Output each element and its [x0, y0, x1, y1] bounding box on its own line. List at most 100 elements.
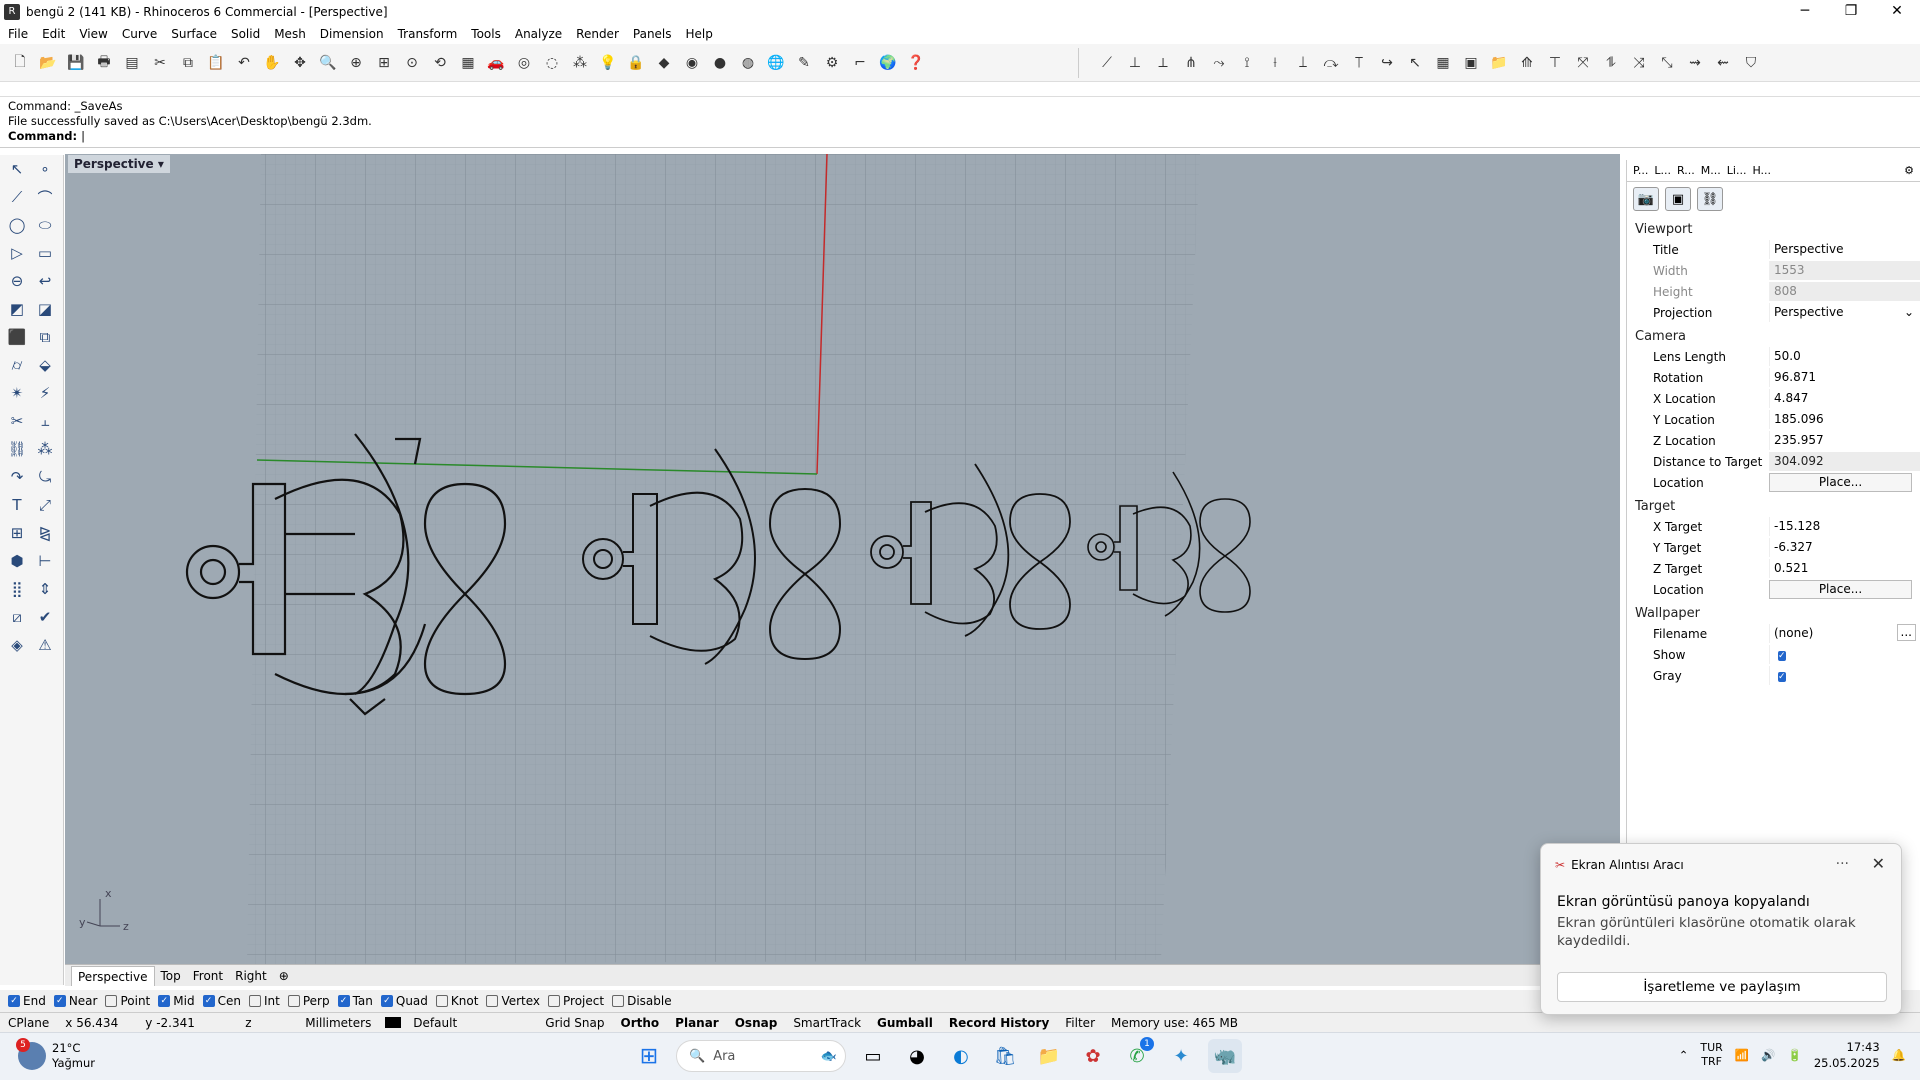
- language-indicator[interactable]: TUR TRF: [1700, 1041, 1722, 1069]
- osnap-quad[interactable]: ✓ Quad: [380, 994, 428, 1008]
- osnap-near[interactable]: ✓ Near: [53, 994, 97, 1008]
- rendered-sphere-icon[interactable]: ◍: [736, 51, 760, 75]
- grid-snap-toggle[interactable]: Grid Snap: [537, 1016, 612, 1030]
- points-icon[interactable]: ⁂: [568, 51, 592, 75]
- command-prompt[interactable]: Command: |: [8, 129, 1912, 144]
- menu-mesh[interactable]: Mesh: [274, 27, 306, 41]
- tab-materials[interactable]: M...: [1701, 164, 1721, 177]
- arc-icon[interactable]: ⊖: [5, 269, 29, 293]
- y-location-field[interactable]: 185.096: [1769, 410, 1920, 429]
- rhino-taskbar-icon[interactable]: 🦏: [1208, 1039, 1242, 1073]
- tab-front[interactable]: Front: [187, 966, 229, 986]
- color-wheel-icon[interactable]: ◉: [680, 51, 704, 75]
- store-icon[interactable]: 🛍: [988, 1039, 1022, 1073]
- more-options-icon[interactable]: ···: [1836, 856, 1849, 872]
- wallpaper-filename-field[interactable]: (none)...: [1769, 624, 1920, 643]
- select-icon[interactable]: ↖: [5, 157, 29, 181]
- loft-icon[interactable]: ◪: [33, 297, 57, 321]
- osnap-vertex[interactable]: Vertex: [486, 994, 540, 1008]
- offset-icon[interactable]: ⤿: [33, 465, 57, 489]
- x-location-field[interactable]: 4.847: [1769, 389, 1920, 408]
- group-icon[interactable]: ⊞: [5, 521, 29, 545]
- text-icon[interactable]: T: [5, 493, 29, 517]
- copilot-icon[interactable]: ✿: [1076, 1039, 1110, 1073]
- menu-solid[interactable]: Solid: [231, 27, 260, 41]
- curve-tool-16-icon[interactable]: ⥮: [1599, 51, 1623, 75]
- print-icon[interactable]: 🖶: [92, 51, 116, 75]
- cplane-label[interactable]: CPlane: [0, 1016, 57, 1030]
- x-target-field[interactable]: -15.128: [1769, 517, 1920, 536]
- lock-icon[interactable]: 🔒: [624, 51, 648, 75]
- analyze-icon[interactable]: ⧄: [5, 605, 29, 629]
- osnap-int[interactable]: Int: [248, 994, 280, 1008]
- fillet-icon[interactable]: ↩: [33, 269, 57, 293]
- car-icon[interactable]: 🚗: [484, 51, 508, 75]
- add-viewport-icon[interactable]: ⊕: [273, 966, 295, 986]
- trim-icon[interactable]: ✂: [5, 409, 29, 433]
- browse-button[interactable]: ...: [1896, 624, 1916, 641]
- curve-tool-4-icon[interactable]: ⋔: [1179, 51, 1203, 75]
- distance-icon[interactable]: ⇕: [33, 577, 57, 601]
- help-icon[interactable]: ❓: [904, 51, 928, 75]
- edge-icon[interactable]: ◐: [944, 1039, 978, 1073]
- filter-toggle[interactable]: Filter: [1057, 1016, 1103, 1030]
- boolean-icon[interactable]: ⧉: [33, 325, 57, 349]
- zoom-selected-icon[interactable]: ⊙: [400, 51, 424, 75]
- rebuild-icon[interactable]: ↷: [5, 465, 29, 489]
- osnap-point[interactable]: Point: [105, 994, 150, 1008]
- menu-edit[interactable]: Edit: [42, 27, 65, 41]
- curve-tool-18-icon[interactable]: ⤡: [1655, 51, 1679, 75]
- tab-properties[interactable]: P...: [1633, 164, 1648, 177]
- layer-indicator[interactable]: Default: [377, 1016, 537, 1030]
- earth-icon[interactable]: 🌍: [876, 51, 900, 75]
- minimize-button[interactable]: ─: [1782, 0, 1828, 24]
- curve-tool-5-icon[interactable]: ⤳: [1207, 51, 1231, 75]
- explode-icon[interactable]: ⁂: [33, 437, 57, 461]
- osnap-knot[interactable]: Knot: [435, 994, 478, 1008]
- zoom-icon[interactable]: 🔍: [316, 51, 340, 75]
- app-icon[interactable]: ✦: [1164, 1039, 1198, 1073]
- tab-top[interactable]: Top: [155, 966, 187, 986]
- dimension-icon[interactable]: ⌐: [848, 51, 872, 75]
- planar-toggle[interactable]: Planar: [667, 1016, 727, 1030]
- tab-help[interactable]: H...: [1752, 164, 1771, 177]
- options-icon[interactable]: ⚙: [820, 51, 844, 75]
- rotation-field[interactable]: 96.871: [1769, 368, 1920, 387]
- solid-tools-icon[interactable]: ⬢: [5, 549, 29, 573]
- ellipse-icon[interactable]: ⬭: [33, 213, 57, 237]
- osnap-toggle[interactable]: Osnap: [727, 1016, 786, 1030]
- tab-render[interactable]: R...: [1677, 164, 1695, 177]
- undo-view-icon[interactable]: ⟲: [428, 51, 452, 75]
- curve-tool-10-icon[interactable]: ⟙: [1347, 51, 1371, 75]
- show-checkbox[interactable]: ✓: [1778, 651, 1786, 661]
- properties-icon[interactable]: ▤: [120, 51, 144, 75]
- move-icon[interactable]: ⤢: [33, 493, 57, 517]
- z-location-field[interactable]: 235.957: [1769, 431, 1920, 450]
- perspective-viewport[interactable]: x y z Perspective ▾: [65, 154, 1620, 964]
- point-icon[interactable]: ∘: [33, 157, 57, 181]
- camera-place-button[interactable]: Place...: [1769, 473, 1912, 492]
- tab-layers[interactable]: L...: [1654, 164, 1671, 177]
- battery-icon[interactable]: 🔋: [1787, 1048, 1801, 1062]
- clock[interactable]: 17:43 25.05.2025: [1814, 1039, 1880, 1071]
- undo-icon[interactable]: ↶: [232, 51, 256, 75]
- close-button[interactable]: ✕: [1874, 0, 1920, 24]
- tab-right[interactable]: Right: [229, 966, 273, 986]
- curve-icon[interactable]: ⌒: [33, 185, 57, 209]
- snipping-tool-notification[interactable]: ✂ Ekran Alıntısı Aracı ··· ✕ Ekran görün…: [1540, 843, 1902, 1015]
- curve-tool-8-icon[interactable]: ⟘: [1291, 51, 1315, 75]
- wifi-icon[interactable]: 📶: [1735, 1048, 1749, 1062]
- curve-tool-15-icon[interactable]: ⤧: [1571, 51, 1595, 75]
- close-icon[interactable]: ✕: [1872, 854, 1885, 873]
- folder-tool-icon[interactable]: 📁: [1487, 51, 1511, 75]
- cut-icon[interactable]: ✂: [148, 51, 172, 75]
- split-icon[interactable]: ⫠: [33, 409, 57, 433]
- whatsapp-icon[interactable]: ✆ 1: [1120, 1037, 1154, 1073]
- target-place-button[interactable]: Place...: [1769, 580, 1912, 599]
- osnap-mid[interactable]: ✓ Mid: [158, 994, 195, 1008]
- array-icon[interactable]: ⣿: [5, 577, 29, 601]
- projection-select[interactable]: Perspective ⌄: [1769, 303, 1920, 322]
- menu-curve[interactable]: Curve: [122, 27, 157, 41]
- shaded-sphere-icon[interactable]: ●: [708, 51, 732, 75]
- distance-to-target-field[interactable]: 304.092: [1769, 452, 1920, 471]
